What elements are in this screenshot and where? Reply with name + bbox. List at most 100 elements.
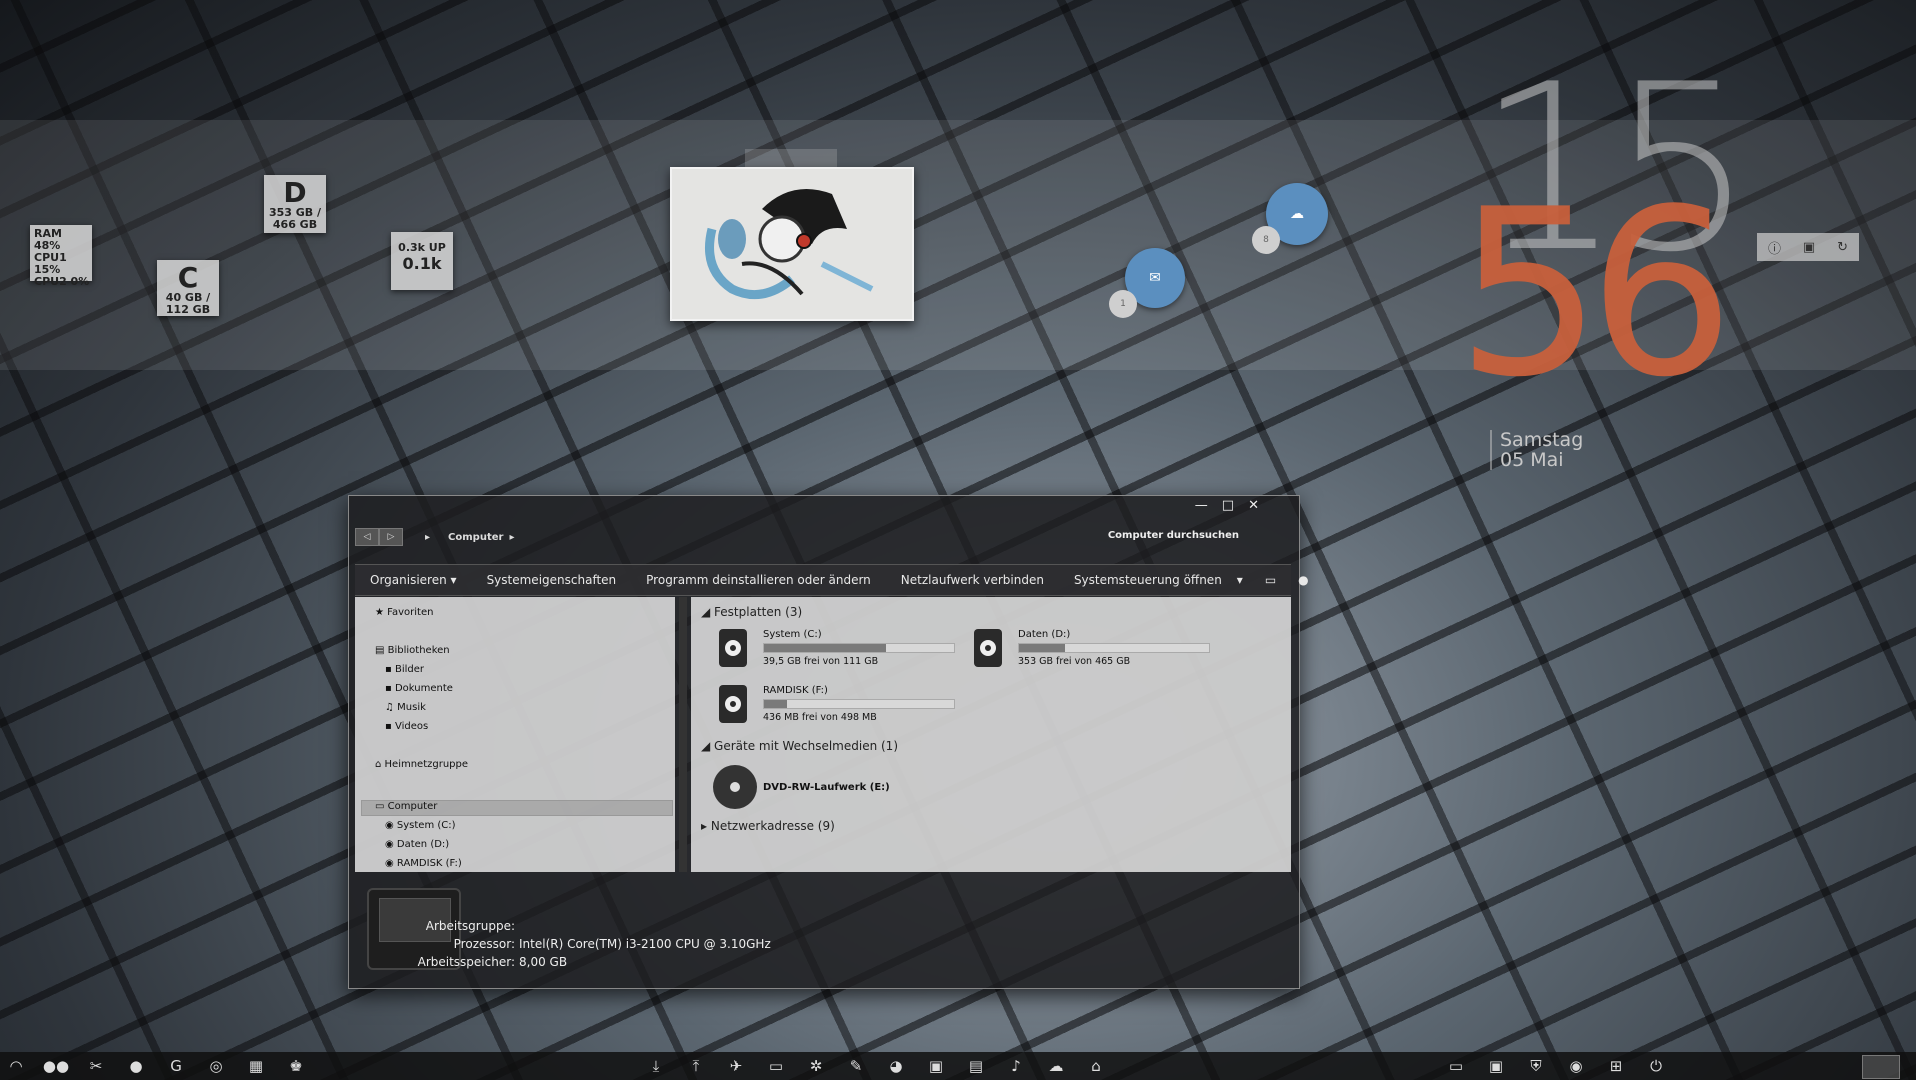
windows-icon[interactable]: ⊞	[1605, 1056, 1627, 1076]
hard-drive-icon	[719, 685, 747, 723]
keyboard-icon[interactable]: ▭	[765, 1056, 787, 1076]
bird-icon[interactable]: ✈	[725, 1056, 747, 1076]
info-icon[interactable]: ⓘ	[1768, 238, 1781, 257]
workgroup-label: Arbeitsgruppe:	[425, 919, 515, 933]
nav-drive-d[interactable]: ◉ Daten (D:)	[385, 839, 449, 850]
nav-drive-c[interactable]: ◉ System (C:)	[385, 820, 456, 831]
nav-videos[interactable]: ▪ Videos	[385, 721, 428, 732]
details-pane: Arbeitsgruppe: Prozessor: Intel(R) Core(T…	[355, 876, 1291, 980]
clock-minutes: 56	[1456, 161, 1735, 428]
nav-documents-label: Dokumente	[394, 683, 453, 694]
photo-widget[interactable]	[670, 167, 914, 321]
group-network[interactable]: ▸ Netzwerkadresse (9)	[701, 819, 835, 833]
nav-homegroup[interactable]: ⌂ Heimnetzgruppe	[375, 759, 468, 770]
g-icon[interactable]: G	[165, 1056, 187, 1076]
nav-favorites-label: Favoriten	[387, 607, 434, 618]
net-down: 0.1k	[402, 254, 442, 273]
grid-icon[interactable]: ▦	[245, 1056, 267, 1076]
mail-icon: ✉	[1149, 270, 1161, 286]
organize-button[interactable]: Organisieren ▾	[355, 573, 472, 587]
clapper-icon[interactable]: ▤	[965, 1056, 987, 1076]
group-removable[interactable]: ◢ Geräte mit Wechselmedien (1)	[701, 739, 898, 753]
map-drive-button[interactable]: Netzlaufwerk verbinden	[886, 573, 1059, 587]
help-icon[interactable]: ●	[1298, 573, 1308, 587]
more-chevron-icon[interactable]: ▾	[1237, 573, 1243, 587]
processor-row: Prozessor: Intel(R) Core(TM) i3-2100 CPU …	[395, 937, 771, 951]
taskbar: ◠ ●● ✂ ● G ◎ ▦ ♚ ⤓ ⤒ ✈ ▭ ✲ ✎ ◕ ▣ ▤ ♪ ☁ ⌂…	[0, 1052, 1916, 1080]
steam-icon[interactable]: ◉	[1565, 1056, 1587, 1076]
group-hard-disks-label: Festplatten (3)	[714, 605, 803, 619]
nav-homegroup-label: Heimnetzgruppe	[384, 759, 469, 770]
upload-icon[interactable]: ⤒	[685, 1056, 707, 1076]
edit-icon[interactable]: ✎	[845, 1056, 867, 1076]
camera-icon[interactable]: ▣	[1485, 1056, 1507, 1076]
control-panel-button[interactable]: Systemsteuerung öffnen	[1059, 573, 1237, 587]
drive-usage-bar	[763, 699, 955, 709]
disc-icon[interactable]: ◎	[205, 1056, 227, 1076]
back-button[interactable]: ◁	[355, 528, 379, 546]
nav-music[interactable]: ♫ Musik	[385, 702, 426, 713]
view-icon[interactable]: ▭	[1265, 573, 1276, 587]
forward-button[interactable]: ▷	[379, 528, 403, 546]
dvd-icon[interactable]	[713, 765, 757, 809]
group-hard-disks[interactable]: ◢ Festplatten (3)	[701, 605, 802, 619]
drive-f-item[interactable]: RAMDISK (F:) 436 MB frei von 498 MB	[719, 685, 959, 727]
photo-tab	[745, 149, 837, 169]
nav-videos-label: Videos	[394, 721, 429, 732]
power-icon[interactable]: ⏻	[1645, 1056, 1667, 1076]
system-buttons: ⓘ ▣ ↻	[1757, 233, 1859, 261]
drive-c-letter: C	[177, 261, 199, 294]
group-removable-label: Geräte mit Wechselmedien (1)	[714, 739, 899, 753]
download-icon[interactable]: ⤓	[645, 1056, 667, 1076]
memory-value: 8,00 GB	[519, 955, 568, 969]
user-icon[interactable]: ♚	[285, 1056, 307, 1076]
wifi-icon[interactable]: ◠	[5, 1056, 27, 1076]
cloud-icon-taskbar[interactable]: ☁	[1045, 1056, 1067, 1076]
drive-name: Daten (D:)	[1018, 629, 1071, 640]
nav-libraries-label: Bibliotheken	[387, 645, 450, 656]
drive-name: System (C:)	[763, 629, 822, 640]
show-desktop-button[interactable]	[1862, 1055, 1900, 1079]
chrome-icon[interactable]: ◕	[885, 1056, 907, 1076]
breadcrumb[interactable]: Computer	[448, 532, 503, 543]
dvd-label[interactable]: DVD-RW-Laufwerk (E:)	[763, 782, 890, 793]
uninstall-button[interactable]: Programm deinstallieren oder ändern	[631, 573, 886, 587]
drive-c-widget: C 40 GB / 112 GB	[157, 260, 219, 316]
tv-icon[interactable]: ▣	[925, 1056, 947, 1076]
minimize-icon[interactable]: —	[1195, 498, 1208, 513]
drive-usage-bar	[763, 643, 955, 653]
breadcrumb-chevron-icon[interactable]: ▸	[509, 532, 514, 543]
nav-pictures-label: Bilder	[394, 664, 424, 675]
drive-info: 436 MB frei von 498 MB	[763, 712, 877, 723]
window-controls: — □ ✕	[1195, 498, 1259, 513]
gear-icon[interactable]: ✲	[805, 1056, 827, 1076]
nav-pictures[interactable]: ▪ Bilder	[385, 664, 424, 675]
chat-icon[interactable]: ●	[125, 1056, 147, 1076]
monitor-icon[interactable]: ▭	[1445, 1056, 1467, 1076]
nav-computer[interactable]: ▭ Computer	[375, 801, 437, 812]
drive-c-item[interactable]: System (C:) 39,5 GB frei von 111 GB	[719, 629, 959, 671]
home-icon[interactable]: ⌂	[1085, 1056, 1107, 1076]
lock-icon[interactable]: ▣	[1803, 240, 1815, 255]
drive-d-widget: D 353 GB / 466 GB	[264, 175, 326, 233]
volume-icon[interactable]: ♪	[1005, 1056, 1027, 1076]
pane-splitter[interactable]	[679, 597, 687, 872]
maximize-icon[interactable]: □	[1222, 498, 1234, 513]
dots-icon[interactable]: ●●	[43, 1056, 69, 1076]
nav-drive-f[interactable]: ◉ RAMDISK (F:)	[385, 858, 462, 869]
nav-libraries[interactable]: ▤ Bibliotheken	[375, 645, 450, 656]
net-up: 0.3k UP	[398, 241, 446, 254]
refresh-icon[interactable]: ↻	[1837, 240, 1848, 255]
ram-label: RAM 48%	[34, 227, 62, 252]
nav-documents[interactable]: ▪ Dokumente	[385, 683, 453, 694]
tools-icon[interactable]: ✂	[85, 1056, 107, 1076]
drive-d-size: 353 GB / 466 GB	[268, 206, 322, 231]
close-icon[interactable]: ✕	[1248, 498, 1259, 513]
workgroup-row: Arbeitsgruppe:	[395, 919, 519, 933]
nav-computer-label: Computer	[387, 801, 438, 812]
system-properties-button[interactable]: Systemeigenschaften	[472, 573, 632, 587]
nav-favorites[interactable]: ★ Favoriten	[375, 607, 433, 618]
drive-d-item[interactable]: Daten (D:) 353 GB frei von 465 GB	[974, 629, 1214, 671]
shield-icon[interactable]: ⛨	[1525, 1056, 1547, 1076]
search-input[interactable]: Computer durchsuchen	[1108, 530, 1239, 541]
